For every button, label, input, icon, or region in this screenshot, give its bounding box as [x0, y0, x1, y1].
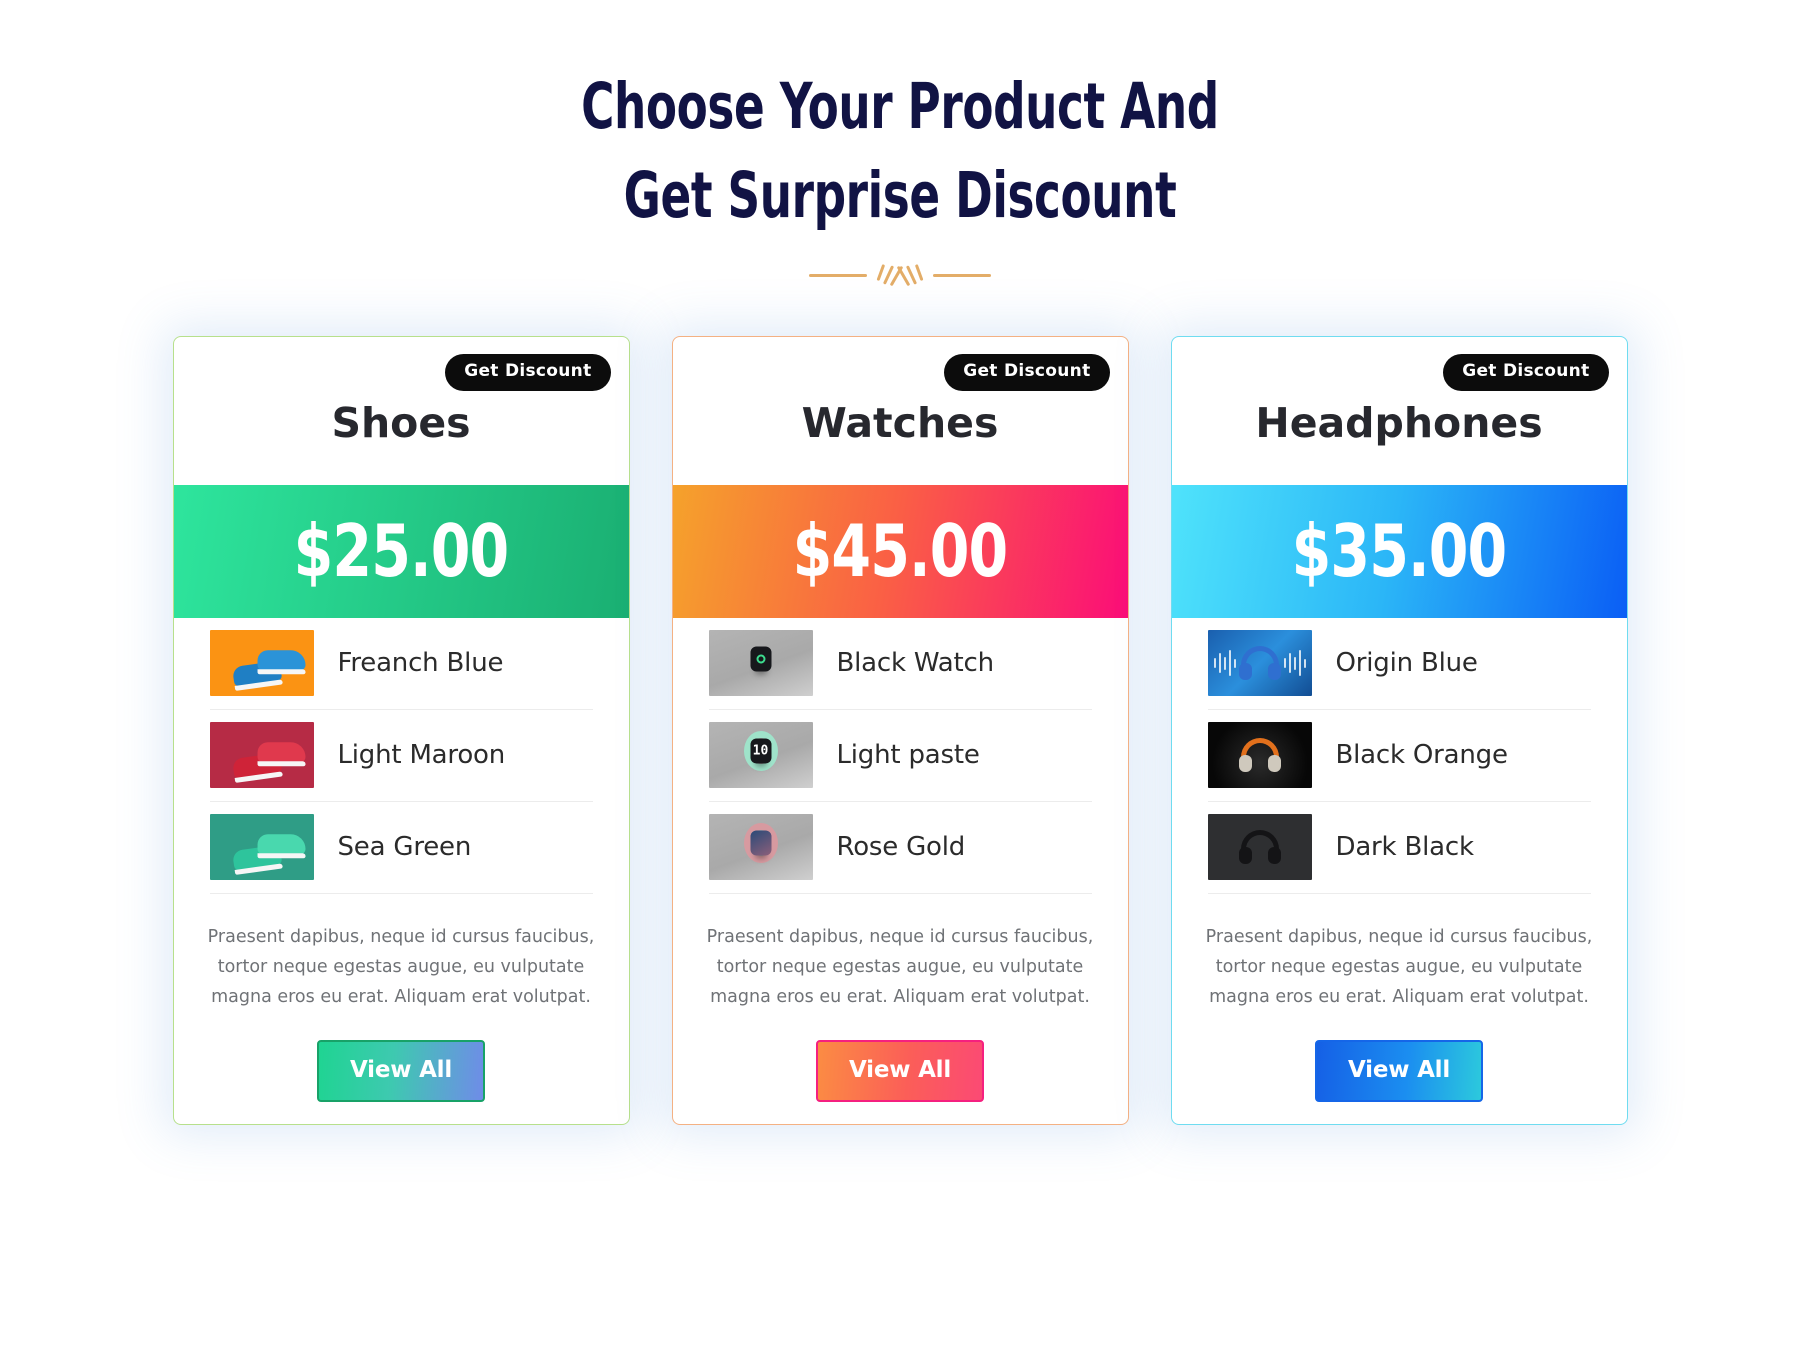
page-header: Choose Your Product And Get Surprise Dis… [0, 0, 1800, 291]
list-item[interactable]: 10 Light paste [708, 710, 1092, 802]
price-amount: $25.00 [293, 509, 510, 594]
list-item[interactable]: Black Watch [708, 618, 1092, 710]
product-list: Black Watch 10 Light paste Rose Gold [673, 618, 1128, 894]
card-description: Praesent dapibus, neque id cursus faucib… [1205, 926, 1593, 1008]
view-all-button[interactable]: View All [317, 1040, 485, 1103]
product-name: Sea Green [337, 832, 472, 863]
watch-mint-thumbnail: 10 [708, 722, 813, 789]
price-banner: $35.00 [1171, 484, 1627, 618]
watch-rosegold-thumbnail [708, 814, 813, 881]
product-name: Light Maroon [337, 740, 506, 771]
product-name: Dark Black [1335, 832, 1475, 863]
product-card-watches: Get Discount Watches $45.00 Black Watch … [671, 335, 1129, 1126]
card-description: Praesent dapibus, neque id cursus faucib… [207, 926, 595, 1008]
card-footer: View All [174, 1012, 629, 1103]
card-description: Praesent dapibus, neque id cursus faucib… [706, 926, 1094, 1008]
product-name: Origin Blue [1335, 648, 1478, 679]
pricing-cards-row: Get Discount Shoes $25.00 Freanch Blue L… [150, 335, 1650, 1126]
list-item[interactable]: Freanch Blue [209, 618, 593, 710]
price-amount: $35.00 [1291, 509, 1508, 594]
list-item[interactable]: Rose Gold [708, 802, 1092, 894]
watch-black-thumbnail [708, 630, 813, 697]
price-amount: $45.00 [792, 509, 1009, 594]
get-discount-badge[interactable]: Get Discount [1443, 353, 1609, 391]
shoe-blue-thumbnail [209, 630, 314, 697]
price-banner: $25.00 [173, 484, 629, 618]
product-name: Rose Gold [836, 832, 966, 863]
list-item[interactable]: Dark Black [1207, 802, 1591, 894]
page-title-line-1: Choose Your Product And [581, 70, 1219, 143]
get-discount-badge[interactable]: Get Discount [445, 353, 611, 391]
page-title-line-2: Get Surprise Discount [623, 159, 1177, 233]
get-discount-badge[interactable]: Get Discount [944, 353, 1110, 391]
product-card-shoes: Get Discount Shoes $25.00 Freanch Blue L… [172, 335, 630, 1126]
product-name: Black Orange [1335, 740, 1508, 771]
divider-right-bar [933, 274, 992, 278]
list-item[interactable]: Origin Blue [1207, 618, 1591, 710]
divider-chevron-icon [876, 263, 924, 287]
view-all-button[interactable]: View All [1315, 1040, 1483, 1103]
list-item[interactable]: Light Maroon [209, 710, 593, 802]
ornament-divider-icon [790, 261, 1010, 291]
shoe-red-thumbnail [209, 722, 314, 789]
product-name: Light paste [836, 740, 980, 771]
product-card-headphones: Get Discount Headphones $35.00 Origin Bl… [1170, 335, 1628, 1126]
card-footer: View All [1172, 1012, 1627, 1103]
list-item[interactable]: Black Orange [1207, 710, 1591, 802]
headphone-black-thumbnail [1207, 814, 1312, 881]
product-name: Freanch Blue [337, 648, 504, 679]
headphone-orange-thumbnail [1207, 722, 1312, 789]
divider-left-bar [808, 274, 867, 278]
card-footer: View All [673, 1012, 1128, 1103]
product-list: Origin Blue Black Orange Dark Black [1172, 618, 1627, 894]
list-item[interactable]: Sea Green [209, 802, 593, 894]
product-name: Black Watch [836, 648, 995, 679]
headphone-blue-thumbnail [1207, 630, 1312, 697]
price-banner: $45.00 [672, 484, 1128, 618]
product-list: Freanch Blue Light Maroon Sea Green [174, 618, 629, 894]
view-all-button[interactable]: View All [816, 1040, 984, 1103]
page-title: Choose Your Product And Get Surprise Dis… [180, 62, 1620, 241]
shoe-green-thumbnail [209, 814, 314, 881]
